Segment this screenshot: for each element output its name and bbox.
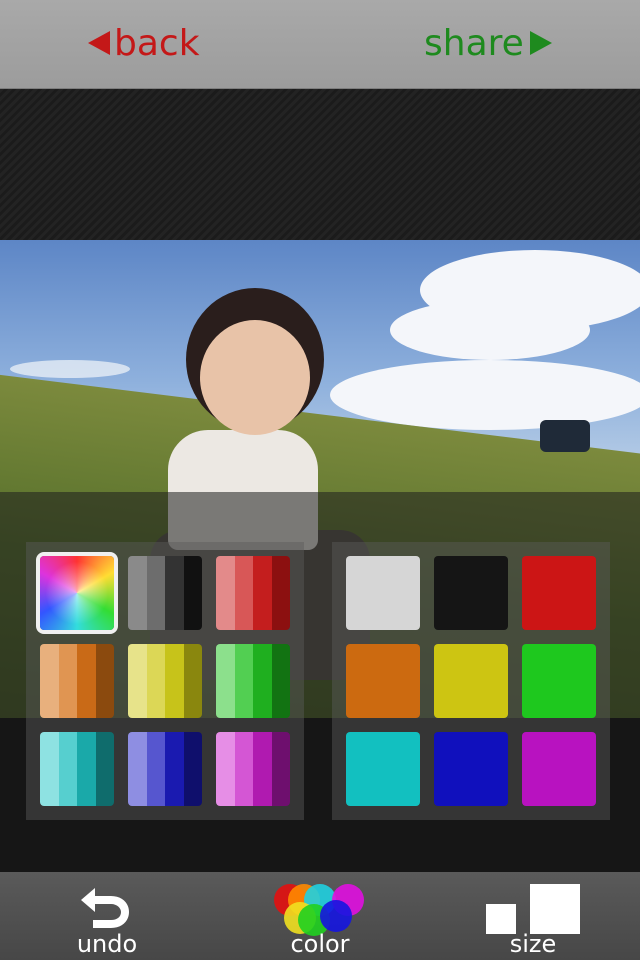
- back-button[interactable]: back: [88, 18, 200, 68]
- swatch-red-shades[interactable]: [216, 556, 290, 630]
- share-label: share: [424, 22, 524, 64]
- share-button[interactable]: share: [424, 18, 552, 68]
- size-button[interactable]: size: [478, 872, 588, 960]
- size-label: size: [509, 930, 557, 958]
- swatch-white[interactable]: [346, 556, 420, 630]
- swatch-orange[interactable]: [346, 644, 420, 718]
- share-arrow-icon: [529, 31, 552, 55]
- swatch-gray-shades[interactable]: [128, 556, 202, 630]
- color-button[interactable]: color: [270, 872, 370, 960]
- back-label: back: [114, 22, 200, 64]
- top-bar: back share: [0, 0, 640, 89]
- swatch-magenta[interactable]: [522, 732, 596, 806]
- cloud: [10, 360, 130, 378]
- swatch-orange-shades[interactable]: [40, 644, 114, 718]
- color-label: color: [290, 930, 350, 958]
- undo-button[interactable]: undo: [64, 872, 150, 960]
- swatch-black[interactable]: [434, 556, 508, 630]
- undo-label: undo: [76, 930, 138, 958]
- undo-icon: [81, 888, 129, 928]
- swatch-blue[interactable]: [434, 732, 508, 806]
- swatch-magenta-shades[interactable]: [216, 732, 290, 806]
- swatch-red[interactable]: [522, 556, 596, 630]
- swatch-cyan[interactable]: [346, 732, 420, 806]
- swatch-green-shades[interactable]: [216, 644, 290, 718]
- swatch-cyan-shades[interactable]: [40, 732, 114, 806]
- swatch-green[interactable]: [522, 644, 596, 718]
- cloud: [330, 360, 640, 430]
- background-people: [540, 420, 590, 452]
- swatch-rainbow[interactable]: [40, 556, 114, 630]
- swatch-blue-shades[interactable]: [128, 732, 202, 806]
- swatch-yellow-shades[interactable]: [128, 644, 202, 718]
- back-arrow-icon: [88, 31, 110, 55]
- canvas-background-top: [0, 89, 640, 240]
- swatch-yellow[interactable]: [434, 644, 508, 718]
- bottom-toolbar: undo color size: [0, 872, 640, 960]
- child-head: [200, 320, 310, 435]
- cloud: [390, 300, 590, 360]
- size-icon: [486, 882, 582, 936]
- color-circles-icon: [274, 884, 366, 936]
